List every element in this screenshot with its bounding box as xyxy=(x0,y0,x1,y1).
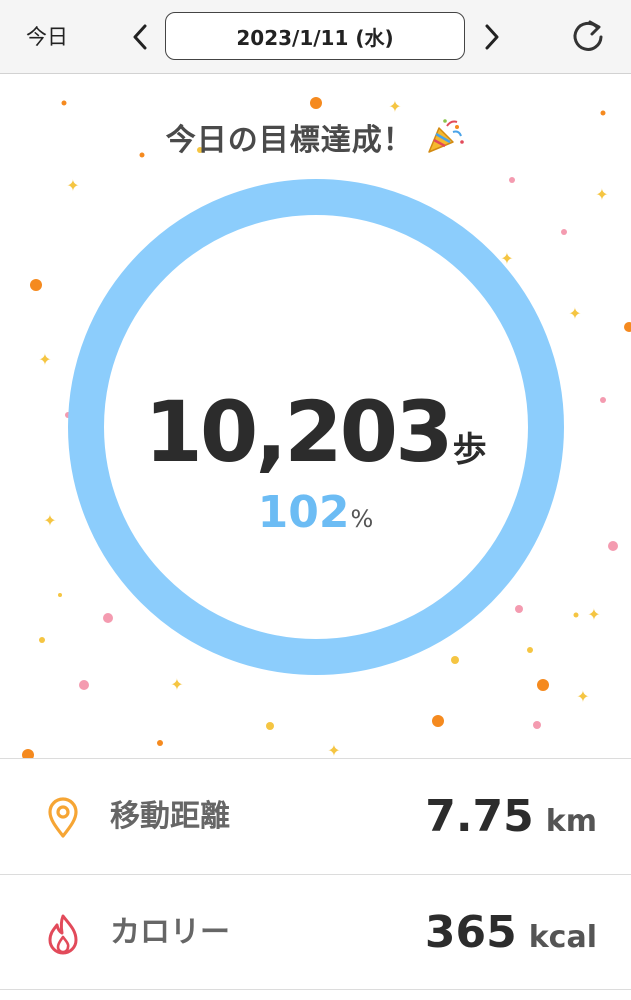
party-popper-icon xyxy=(428,119,465,153)
svg-text:✦: ✦ xyxy=(595,185,608,204)
svg-text:✦: ✦ xyxy=(568,304,581,323)
svg-text:✦: ✦ xyxy=(38,350,51,369)
distance-row: 移動距離 7.75 km xyxy=(0,758,631,874)
date-selector[interactable]: 2023/1/11 (水) xyxy=(165,12,465,60)
distance-value: 7.75 km xyxy=(425,789,597,854)
distance-unit: km xyxy=(545,804,597,839)
location-pin-icon xyxy=(48,797,78,838)
top-bar: 今日 2023/1/11 (水) xyxy=(0,0,631,74)
calories-value: 365 kcal xyxy=(425,905,597,970)
goal-achieved-title: 今日の目標達成！ xyxy=(0,115,631,159)
step-count-value: 10,203 xyxy=(144,383,453,481)
calories-number: 365 xyxy=(424,907,517,958)
flame-icon xyxy=(48,914,78,955)
goal-title-text: 今日の目標達成！ xyxy=(165,123,414,158)
chevron-left-icon xyxy=(133,24,147,50)
svg-text:✦: ✦ xyxy=(576,687,589,706)
refresh-icon xyxy=(573,20,603,51)
step-count-unit: 歩 xyxy=(452,430,487,470)
svg-text:✦: ✦ xyxy=(587,605,600,624)
svg-text:✦: ✦ xyxy=(170,675,183,694)
previous-day-button[interactable] xyxy=(128,22,152,52)
next-day-button[interactable] xyxy=(480,22,504,52)
svg-text:✦: ✦ xyxy=(388,97,401,116)
goal-percentage: 102% xyxy=(0,487,631,538)
calories-unit: kcal xyxy=(528,920,597,955)
calories-label: カロリー xyxy=(110,915,230,950)
step-count: 10,203歩 xyxy=(0,383,631,481)
today-button[interactable]: 今日 xyxy=(26,22,68,52)
goal-percentage-value: 102 xyxy=(257,487,350,538)
date-label: 2023/1/11 (水) xyxy=(236,25,394,50)
distance-label: 移動距離 xyxy=(110,799,230,834)
chevron-right-icon xyxy=(485,24,499,50)
svg-text:✦: ✦ xyxy=(327,741,340,758)
distance-number: 7.75 xyxy=(425,791,534,842)
calories-row: カロリー 365 kcal xyxy=(0,874,631,990)
refresh-button[interactable] xyxy=(570,18,606,56)
goal-percentage-unit: % xyxy=(350,505,374,533)
goal-panel: ✦ ✦ ✦ ✦ ✦ ✦ ✦ ✦ ✦ ✦ ✦ 今日の目標達成！ 10,203歩 102% xyxy=(0,75,631,758)
